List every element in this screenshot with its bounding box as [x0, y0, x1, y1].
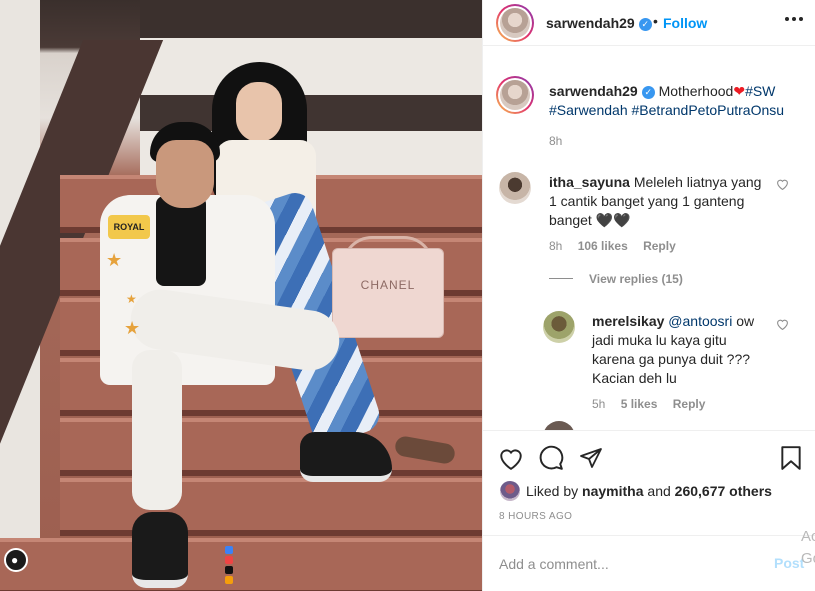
verified-badge-icon: ✓: [638, 18, 652, 31]
hashtag-betrand[interactable]: #BetrandPetoPutraOnsu: [632, 102, 785, 118]
like-heart-icon[interactable]: [496, 443, 526, 473]
comment-meta: 5h 5 likes Reply: [592, 397, 717, 411]
overlay-text: Ac: [801, 528, 815, 545]
author-username[interactable]: sarwendah29: [546, 15, 635, 31]
instagram-post-modal: CHANEL ROYAL ★ ★ ★ ● sarwendah29 ✓ • Fol…: [0, 0, 815, 591]
comment-time[interactable]: 8h: [549, 239, 562, 253]
user-tag-icon[interactable]: ●: [4, 548, 28, 572]
caption-username[interactable]: sarwendah29: [549, 83, 638, 99]
caption-timestamp[interactable]: 8h: [549, 134, 562, 148]
comment-likes[interactable]: 5 likes: [621, 397, 658, 411]
reply-button[interactable]: Reply: [643, 239, 676, 253]
overlay-text: Go: [801, 550, 815, 567]
comment-bubble-icon[interactable]: [536, 443, 566, 473]
share-send-icon[interactable]: [576, 443, 606, 473]
follow-button[interactable]: Follow: [663, 15, 707, 31]
post-age[interactable]: 8 HOURS AGO: [499, 511, 572, 522]
caption: sarwendah29 ✓ Motherhood❤#SW #Sarwendah #…: [549, 82, 799, 120]
post-comment-button[interactable]: Post: [774, 555, 804, 571]
verified-badge-icon: ✓: [641, 86, 655, 99]
hashtag-sarwendah[interactable]: #Sarwendah: [549, 102, 628, 118]
reply-button[interactable]: Reply: [673, 397, 706, 411]
bag-brand-text: CHANEL: [360, 278, 416, 292]
post-side-panel: sarwendah29 ✓ • Follow sarwendah29 ✓ Mothe…: [482, 0, 815, 591]
view-replies-button[interactable]: View replies (15): [549, 272, 683, 286]
post-header: sarwendah29 ✓ • Follow: [483, 0, 815, 46]
comment-like-heart-icon[interactable]: [776, 178, 789, 193]
star-patch-icon: ★: [124, 318, 141, 338]
comment-time[interactable]: 5h: [592, 397, 605, 411]
separator-dot: •: [653, 13, 658, 29]
liked-by-and: and: [647, 483, 671, 499]
comments-list[interactable]: sarwendah29 ✓ Motherhood❤#SW #Sarwendah #…: [483, 46, 815, 430]
liked-by: Liked by naymitha and 260,677 others: [500, 481, 772, 501]
comment-likes[interactable]: 106 likes: [578, 239, 628, 253]
sneaker: [300, 432, 392, 482]
mention-link[interactable]: @antoosri: [668, 313, 732, 329]
crown-patch: ROYAL: [108, 215, 150, 239]
post-photo[interactable]: CHANEL ROYAL ★ ★ ★ ●: [0, 0, 482, 591]
sneaker: [132, 512, 188, 588]
handbag: [332, 248, 444, 338]
commenter-avatar[interactable]: [543, 421, 575, 430]
caption-author-avatar[interactable]: [496, 76, 534, 114]
liked-by-prefix: Liked by: [526, 483, 579, 499]
likes-count-link[interactable]: 260,677 others: [675, 483, 772, 499]
commenter-avatar[interactable]: [499, 172, 531, 204]
liker-username[interactable]: naymitha: [582, 483, 643, 499]
comment-meta: 8h 106 likes Reply: [549, 239, 688, 253]
more-options-icon[interactable]: [783, 8, 805, 36]
comment-body: itha_sayuna Meleleh liatnya yang 1 canti…: [549, 173, 769, 230]
liker-avatar[interactable]: [500, 481, 520, 501]
star-patch-icon: ★: [106, 250, 123, 270]
add-comment-input[interactable]: [499, 554, 749, 574]
commenter-username[interactable]: itha_sayuna: [549, 174, 630, 190]
media-logo-icon: [224, 545, 242, 584]
save-bookmark-icon[interactable]: [776, 443, 806, 473]
author-avatar[interactable]: [496, 4, 534, 42]
red-heart-emoji: ❤: [733, 83, 746, 99]
hashtag-sw[interactable]: #SW: [745, 83, 775, 99]
comment-body: merelsikay @antoosri ow jadi muka lu kay…: [592, 312, 772, 388]
comment-like-heart-icon[interactable]: [776, 318, 789, 333]
view-replies-label: View replies (15): [589, 272, 683, 286]
star-patch-icon: ★: [126, 292, 137, 306]
commenter-avatar[interactable]: [543, 311, 575, 343]
commenter-username[interactable]: merelsikay: [592, 313, 664, 329]
post-actions: Liked by naymitha and 260,677 others 8 H…: [483, 430, 815, 550]
add-comment-bar: Post Ac Go: [483, 528, 815, 591]
caption-text: Motherhood: [658, 83, 734, 99]
